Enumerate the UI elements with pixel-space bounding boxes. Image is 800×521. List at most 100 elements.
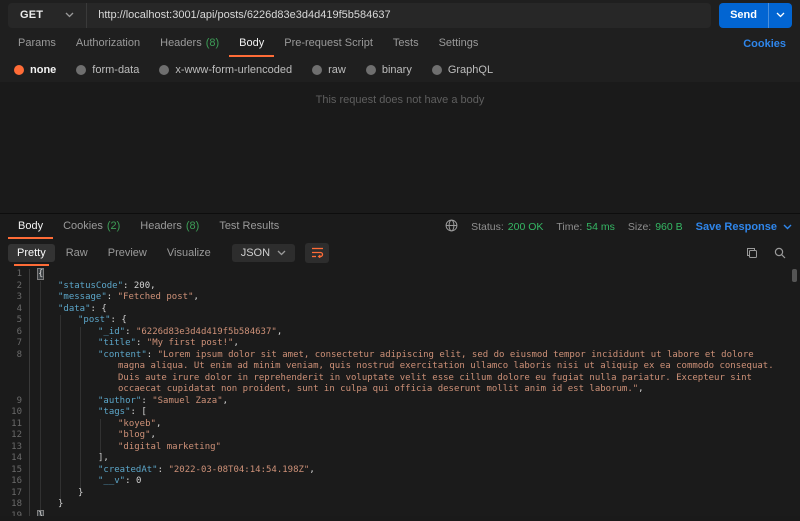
indent-guide (40, 315, 41, 327)
indent-guide (60, 338, 61, 350)
indent-guide (80, 453, 81, 465)
code-line-content: "koyeb", (30, 419, 800, 431)
indent-guide (40, 419, 41, 431)
code-line-content: "statusCode": 200, (30, 281, 800, 293)
json-punctuation: : (123, 281, 134, 291)
view-tab-preview[interactable]: Preview (99, 244, 156, 262)
indent-guide (100, 419, 101, 431)
radio-label: GraphQL (448, 64, 493, 76)
body-type-raw[interactable]: raw (312, 64, 346, 76)
response-tab-cookies[interactable]: Cookies(2) (53, 214, 130, 239)
format-select[interactable]: JSON (232, 244, 295, 262)
response-tab-body[interactable]: Body (8, 214, 53, 239)
code-line-content: } (30, 499, 800, 511)
url-input[interactable]: http://localhost:3001/api/posts/6226d83e… (87, 3, 711, 28)
empty-body-message: This request does not have a body (0, 82, 800, 213)
line-number: 10 (0, 407, 30, 419)
request-tab-authorization[interactable]: Authorization (66, 30, 150, 57)
indent-guide (60, 465, 61, 477)
request-tab-body[interactable]: Body (229, 30, 274, 57)
body-type-options: none form-data x-www-form-urlencoded raw bin… (0, 57, 800, 82)
json-punctuation: , (223, 396, 228, 406)
line-number: 14 (0, 453, 30, 465)
word-wrap-button[interactable] (305, 243, 329, 263)
response-meta: Status: 200 OK Time: 54 ms Size: 960 B S… (445, 219, 792, 235)
body-type-graphql[interactable]: GraphQL (432, 64, 493, 76)
line-number: 11 (0, 419, 30, 431)
line-number: 2 (0, 281, 30, 293)
response-pane: BodyCookies(2)Headers(8)Test Results Sta… (0, 213, 800, 516)
indent-guide (80, 419, 81, 431)
indent-guide (60, 476, 61, 488)
body-type-x-www-form-urlencoded[interactable]: x-www-form-urlencoded (159, 64, 292, 76)
json-key: "__v" (98, 476, 125, 486)
code-line: 1{ (0, 269, 800, 281)
method-label: GET (20, 9, 43, 21)
line-number: 7 (0, 338, 30, 350)
code-line: 19} (0, 511, 800, 517)
search-button[interactable] (768, 243, 792, 263)
method-select[interactable]: GET (8, 3, 87, 28)
view-tab-visualize[interactable]: Visualize (158, 244, 220, 262)
json-punctuation: , (638, 384, 643, 394)
response-view-bar: PrettyRawPreviewVisualize JSON (0, 239, 800, 266)
size-value: 960 B (655, 221, 682, 233)
response-tab-headers[interactable]: Headers(8) (130, 214, 209, 239)
line-number: 16 (0, 476, 30, 488)
send-button[interactable]: Send (719, 3, 792, 28)
chevron-down-icon (65, 9, 74, 21)
json-punctuation: : (158, 465, 169, 475)
time-value: 54 ms (586, 221, 615, 233)
code-line-content: "data": { (30, 304, 800, 316)
format-label: JSON (241, 247, 270, 259)
tab-label: Cookies (63, 220, 103, 232)
indent-guide (80, 430, 81, 442)
json-punctuation: } (78, 488, 83, 498)
radio-icon (432, 65, 442, 75)
save-response-button[interactable]: Save Response (696, 221, 792, 233)
radio-icon (14, 65, 24, 75)
request-tab-headers[interactable]: Headers(8) (150, 30, 229, 57)
copy-button[interactable] (740, 243, 764, 263)
line-number: 19 (0, 511, 30, 517)
send-options-chevron-icon[interactable] (768, 3, 792, 28)
code-line-content: "createdAt": "2022-03-08T04:14:54.198Z", (30, 465, 800, 477)
code-line: 10"tags": [ (0, 407, 800, 419)
body-type-form-data[interactable]: form-data (76, 64, 139, 76)
response-body-viewer[interactable]: 1{2"statusCode": 200,3"message": "Fetche… (0, 266, 800, 516)
line-number: 12 (0, 430, 30, 442)
body-type-binary[interactable]: binary (366, 64, 412, 76)
indent-guide (80, 327, 81, 339)
indent-guide (40, 430, 41, 442)
api-client-window: GET http://localhost:3001/api/posts/6226… (0, 0, 800, 521)
json-punctuation: } (58, 499, 63, 509)
indent-guide (80, 407, 81, 419)
cookies-link[interactable]: Cookies (743, 38, 792, 50)
request-tab-tests[interactable]: Tests (383, 30, 429, 57)
request-tab-params[interactable]: Params (8, 30, 66, 57)
request-tab-settings[interactable]: Settings (429, 30, 489, 57)
code-line-content: "blog", (30, 430, 800, 442)
json-punctuation: } (38, 511, 43, 517)
indent-guide (60, 327, 61, 339)
indent-guide (40, 442, 41, 454)
json-key: "tags" (98, 407, 131, 417)
view-tab-raw[interactable]: Raw (57, 244, 97, 262)
json-punctuation: : (136, 338, 147, 348)
response-tabs: BodyCookies(2)Headers(8)Test Results (8, 214, 289, 239)
code-line-content: "tags": [ (30, 407, 800, 419)
json-punctuation: , (150, 281, 155, 291)
line-number: 6 (0, 327, 30, 339)
json-key: "author" (98, 396, 141, 406)
indent-guide (80, 396, 81, 408)
code-line: 15"createdAt": "2022-03-08T04:14:54.198Z… (0, 465, 800, 477)
line-number: 3 (0, 292, 30, 304)
body-type-none[interactable]: none (14, 64, 56, 76)
indent-guide (60, 442, 61, 454)
view-tab-pretty[interactable]: Pretty (8, 244, 55, 262)
request-tab-pre-request-script[interactable]: Pre-request Script (274, 30, 383, 57)
indent-guide (40, 453, 41, 465)
indent-guide (60, 350, 61, 396)
json-string: "digital marketing" (118, 442, 221, 452)
response-tab-test-results[interactable]: Test Results (209, 214, 289, 239)
